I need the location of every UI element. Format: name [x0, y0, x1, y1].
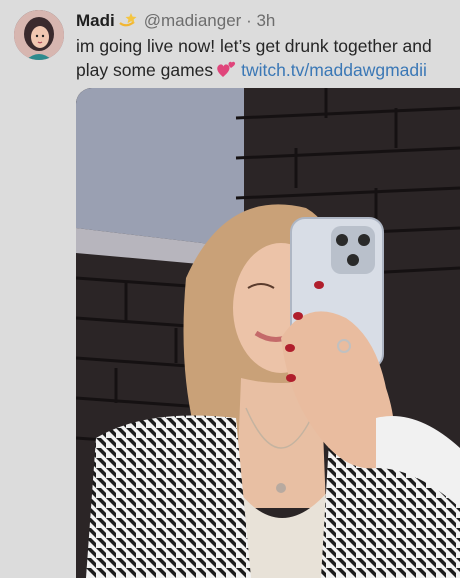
timestamp[interactable]: 3h: [256, 11, 275, 30]
tweet-photo[interactable]: [76, 88, 460, 578]
separator-dot: ·: [246, 11, 252, 30]
author-handle[interactable]: @madianger: [144, 11, 242, 30]
two-hearts-icon: [215, 59, 237, 85]
avatar[interactable]: [14, 10, 64, 60]
tweet-header: Madi @madianger · 3h: [76, 10, 450, 35]
twitch-link[interactable]: twitch.tv/maddawgmadii: [241, 60, 427, 80]
dizzy-star-icon: [118, 11, 140, 35]
tweet[interactable]: Madi @madianger · 3h im going live now! …: [0, 0, 460, 578]
tweet-text: im going live now! let’s get drunk toget…: [76, 34, 454, 85]
author-name[interactable]: Madi: [76, 11, 115, 30]
